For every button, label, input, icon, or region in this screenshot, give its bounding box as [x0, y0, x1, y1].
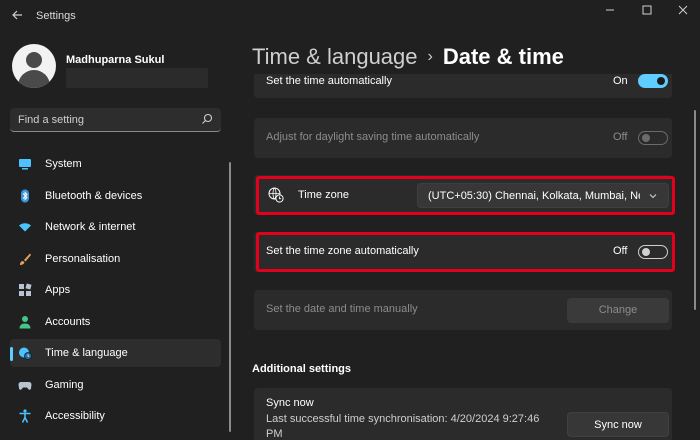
- minimize-icon: [606, 9, 614, 11]
- breadcrumb-parent[interactable]: Time & language: [252, 44, 418, 69]
- sidebar-scrollbar[interactable]: [229, 162, 231, 432]
- sidebar-item-label: Time & language: [45, 347, 128, 359]
- sidebar-nav: System Bluetooth & devices Network & int…: [10, 150, 221, 434]
- change-button[interactable]: Change: [567, 298, 669, 323]
- search-box[interactable]: [10, 108, 221, 132]
- toggle-state-label: On: [613, 75, 628, 87]
- sidebar-item-accessibility[interactable]: Accessibility: [10, 402, 221, 430]
- breadcrumb-overlay: Time & language › Date & time: [252, 44, 564, 72]
- bluetooth-icon: [21, 189, 29, 202]
- minimize-button[interactable]: [595, 2, 625, 20]
- person-icon: [19, 315, 31, 328]
- sync-status: Last successful time synchronisation: 4/…: [266, 413, 540, 440]
- daylight-saving-card: Adjust for daylight saving time automati…: [254, 118, 672, 158]
- avatar-body: [18, 70, 50, 88]
- wifi-icon: [19, 223, 31, 232]
- set-time-auto-toggle[interactable]: [638, 74, 668, 88]
- sidebar-item-accounts[interactable]: Accounts: [10, 308, 221, 336]
- globe-clock-icon: [19, 347, 32, 360]
- sidebar-item-apps[interactable]: Apps: [10, 276, 221, 304]
- maximize-button[interactable]: [632, 2, 662, 20]
- sidebar-item-label: System: [45, 158, 82, 170]
- sidebar-item-time-language[interactable]: Time & language: [10, 339, 221, 367]
- user-name: Madhuparna Sukul: [66, 54, 165, 66]
- avatar[interactable]: [12, 44, 56, 88]
- user-email-redacted: [66, 68, 208, 88]
- sidebar: Madhuparna Sukul System Bluetooth & devi…: [0, 32, 232, 440]
- selection-indicator: [10, 347, 13, 361]
- sidebar-item-system[interactable]: System: [10, 150, 221, 178]
- gamepad-icon: [18, 381, 32, 390]
- main-scrollbar[interactable]: [694, 110, 696, 310]
- sync-now-button[interactable]: Sync now: [567, 412, 669, 437]
- close-icon: [678, 5, 688, 15]
- sidebar-item-label: Apps: [45, 284, 71, 296]
- breadcrumb-separator: ›: [427, 48, 433, 65]
- sidebar-item-label: Bluetooth & devices: [45, 189, 143, 202]
- page-title: Date & time: [442, 44, 564, 69]
- setting-label: Adjust for daylight saving time automati…: [266, 131, 480, 143]
- daylight-saving-toggle[interactable]: [638, 131, 668, 145]
- setting-label: Set the date and time manually: [266, 303, 418, 315]
- title-bar: Settings: [0, 0, 700, 32]
- apps-icon: [19, 283, 32, 296]
- sync-card: Sync now Last successful time synchronis…: [254, 388, 672, 440]
- setting-label: Set the time automatically: [266, 75, 392, 87]
- time-zone-highlight: [256, 176, 675, 215]
- sidebar-item-personalisation[interactable]: Personalisation: [10, 245, 221, 273]
- manual-date-time-card: Set the date and time manually Change: [254, 290, 672, 330]
- sidebar-item-label: Accessibility: [45, 410, 105, 422]
- sidebar-item-label: Network & internet: [45, 221, 136, 233]
- toggle-knob: [657, 77, 665, 85]
- sidebar-item-gaming[interactable]: Gaming: [10, 371, 221, 399]
- toggle-knob: [642, 134, 650, 142]
- sidebar-item-label: Personalisation: [45, 252, 121, 265]
- sync-title: Sync now: [266, 397, 314, 409]
- sidebar-item-network[interactable]: Network & internet: [10, 213, 221, 241]
- additional-settings-header: Additional settings: [252, 363, 351, 375]
- back-arrow-icon: [12, 10, 22, 20]
- avatar-head: [26, 52, 42, 68]
- search-input[interactable]: [18, 112, 198, 128]
- toggle-state-label: Off: [613, 131, 628, 143]
- brush-icon: [20, 253, 31, 265]
- monitor-icon: [19, 159, 31, 170]
- sidebar-item-bluetooth[interactable]: Bluetooth & devices: [10, 182, 221, 210]
- maximize-icon: [642, 5, 652, 15]
- time-zone-auto-highlight: [256, 232, 675, 272]
- app-title: Settings: [36, 10, 76, 22]
- sidebar-item-label: Gaming: [45, 378, 84, 391]
- search-icon: [202, 113, 213, 124]
- back-button[interactable]: [8, 8, 26, 24]
- sidebar-item-label: Accounts: [45, 315, 91, 328]
- accessibility-icon: [19, 409, 31, 423]
- close-button[interactable]: [668, 2, 698, 20]
